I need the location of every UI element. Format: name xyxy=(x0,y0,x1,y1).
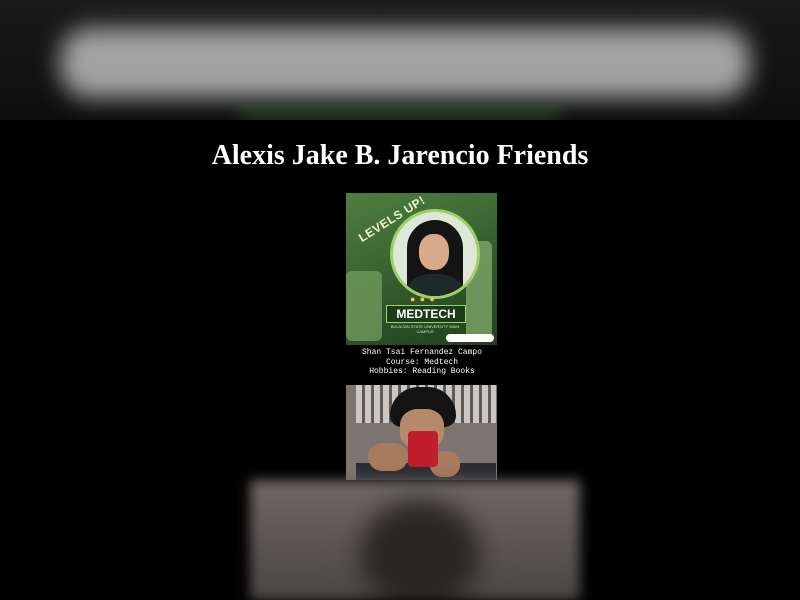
friend-photo-selfie[interactable] xyxy=(346,385,497,480)
poster-course-banner: MEDTECH xyxy=(386,305,466,323)
poster-sponsor-pill xyxy=(446,334,494,342)
poster-school: BULACAN STATE UNIVERSITY MAIN CAMPUS xyxy=(390,324,460,334)
page-title: Alexis Jake B. Jarencio Friends xyxy=(211,140,589,171)
blurred-header-backdrop xyxy=(0,0,800,120)
logo-badges: ● ● ● xyxy=(410,294,436,304)
blurred-accent-line xyxy=(240,108,560,118)
phone-graphic xyxy=(408,431,438,467)
friend-course: Course: Medtech xyxy=(385,357,458,367)
friend-hobbies: Hobbies: Reading Books xyxy=(369,367,475,376)
blurred-header-text xyxy=(60,28,750,98)
blurred-footer-backdrop xyxy=(250,480,580,600)
friend-name: Shan Tsai Fernandez Campo xyxy=(361,348,483,357)
friend-photo-poster[interactable]: LEVELS UP! ● ● ● MEDTECH BULACAN STATE U… xyxy=(346,193,497,345)
microscope-graphic xyxy=(346,271,382,341)
portrait-circle xyxy=(390,209,480,299)
friend-caption: Shan Tsai Fernandez Campo Course: Medtec… xyxy=(300,348,544,377)
